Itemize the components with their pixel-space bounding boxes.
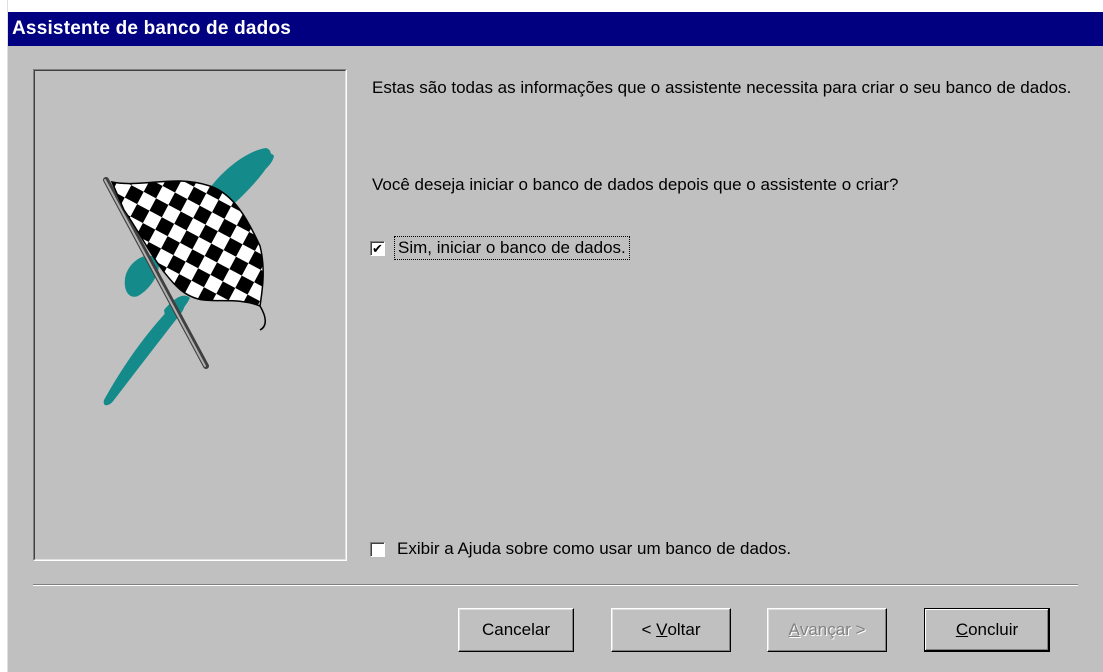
back-button-prefix: < [641,620,657,639]
show-help-option[interactable]: Exibir a Ajuda sobre como usar um banco … [370,539,791,559]
intro-text: Estas são todas as informações que o ass… [372,78,1072,97]
back-button[interactable]: < Voltar [611,608,731,652]
illustration-panel [33,69,347,561]
check-mark-icon: ✔ [372,240,383,256]
question-text: Você deseja iniciar o banco de dados dep… [372,175,899,194]
finish-button-label: oncluir [968,620,1019,639]
back-button-mnemonic: V [656,620,668,639]
window-left-edge [0,0,8,672]
cancel-button[interactable]: Cancelar [458,608,574,652]
window-title: Assistente de banco de dados [12,18,292,39]
back-button-label: oltar [667,620,701,639]
start-database-option[interactable]: ✔ Sim, iniciar o banco de dados. [370,236,630,260]
checkered-flag-icon [103,148,274,406]
show-help-checkbox[interactable] [370,541,385,557]
finish-button-mnemonic: C [955,620,969,639]
next-button-mnemonic: A [788,620,800,639]
title-bar[interactable]: Assistente de banco de dados [8,12,1103,46]
next-button[interactable]: Avançar > [767,608,887,652]
window-top-edge [0,0,1103,12]
cancel-button-label: Cancelar [481,620,551,639]
finish-button[interactable]: Concluir [924,608,1050,652]
start-database-label[interactable]: Sim, iniciar o banco de dados. [394,236,630,260]
next-button-label: vançar > [799,620,866,639]
start-database-checkbox[interactable]: ✔ [370,240,385,256]
button-separator [33,584,1078,586]
show-help-label[interactable]: Exibir a Ajuda sobre como usar um banco … [397,539,791,559]
